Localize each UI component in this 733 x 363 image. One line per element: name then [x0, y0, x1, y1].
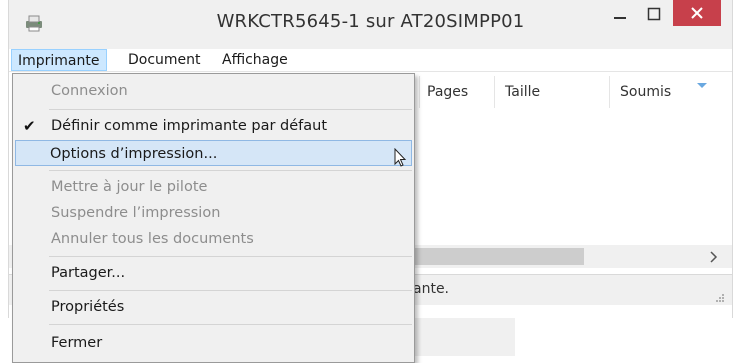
imprimante-menu: Connexion ✔ Définir comme imprimante par…	[12, 73, 415, 363]
close-button[interactable]	[673, 0, 721, 26]
minimize-icon	[614, 17, 626, 19]
menu-affichage[interactable]: Affichage	[216, 49, 294, 71]
menu-item-update-driver[interactable]: Mettre à jour le pilote	[15, 174, 412, 200]
menu-item-properties[interactable]: Propriétés	[15, 294, 412, 320]
menu-separator	[49, 170, 412, 171]
menu-document[interactable]: Document	[122, 49, 207, 71]
menu-item-close[interactable]: Fermer	[15, 330, 412, 356]
menu-separator	[49, 324, 412, 325]
menu-item-print-options[interactable]: Options d’impression...	[15, 140, 412, 167]
maximize-icon	[647, 7, 661, 21]
menu-item-cancel-all[interactable]: Annuler tous les documents	[15, 226, 412, 252]
menu-separator	[49, 256, 412, 257]
minimize-button[interactable]	[603, 0, 637, 28]
menu-item-set-default[interactable]: ✔ Définir comme imprimante par défaut	[15, 113, 412, 139]
menu-item-pause-printing[interactable]: Suspendre l’impression	[15, 200, 412, 226]
column-separator	[419, 76, 420, 108]
menu-bar: Imprimante Document Affichage	[9, 49, 732, 72]
checkmark-icon: ✔	[23, 117, 36, 135]
resize-grip-icon[interactable]	[714, 287, 724, 306]
menu-separator	[49, 290, 412, 291]
status-text: ante.	[413, 281, 450, 297]
title-bar: WRKCTR5645-1 sur AT20SIMPP01	[9, 0, 732, 48]
column-header-pages[interactable]: Pages	[427, 75, 468, 109]
close-icon	[691, 7, 703, 19]
scroll-right-icon[interactable]	[709, 249, 719, 268]
menu-imprimante[interactable]: Imprimante	[11, 49, 107, 71]
column-separator	[494, 76, 495, 108]
scrollbar-thumb[interactable]	[414, 248, 584, 265]
menu-item-share[interactable]: Partager...	[15, 260, 412, 286]
background-window-fragment	[415, 318, 515, 356]
maximize-button[interactable]	[637, 0, 671, 28]
menu-separator	[49, 109, 412, 110]
sort-arrow-icon	[697, 74, 707, 93]
column-header-soumis[interactable]: Soumis	[620, 75, 671, 109]
menu-item-connexion[interactable]: Connexion	[15, 78, 412, 104]
mouse-cursor-icon	[394, 147, 408, 177]
column-separator	[609, 76, 610, 108]
column-header-taille[interactable]: Taille	[505, 75, 540, 109]
